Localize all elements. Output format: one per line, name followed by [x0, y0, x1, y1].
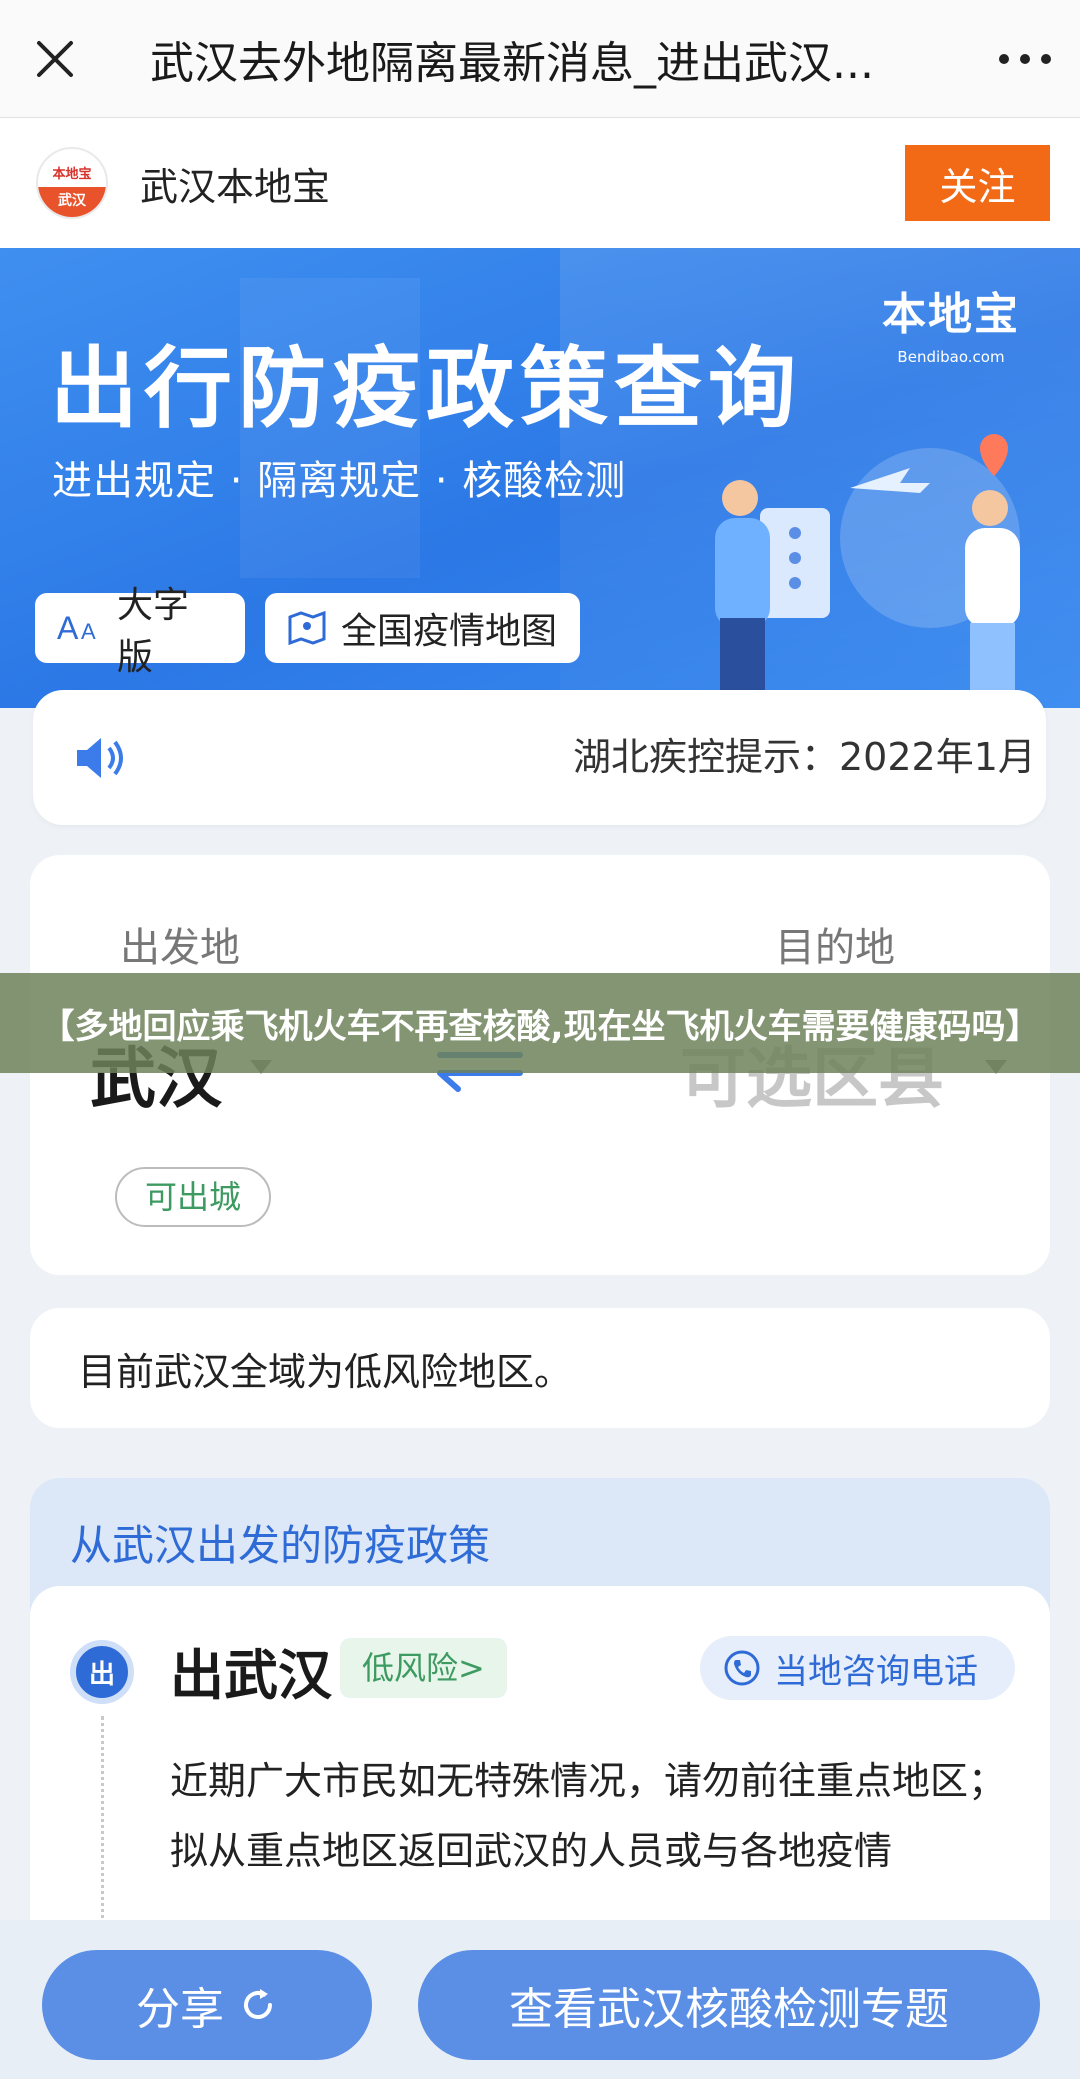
hotline-label: 当地咨询电话	[774, 1651, 978, 1692]
top-nav-bar: 武汉去外地隔离最新消息_进出武汉...	[0, 0, 1080, 118]
phone-icon	[724, 1650, 760, 1686]
share-button[interactable]: 分享	[42, 1950, 372, 2060]
more-icon	[999, 53, 1051, 64]
policy-header: 从武汉出发的防疫政策	[70, 1521, 491, 1570]
departure-label: 出发地	[120, 925, 240, 971]
close-button[interactable]	[0, 0, 110, 118]
map-label: 全国疫情地图	[341, 611, 558, 652]
article-caption: 【多地回应乘飞机火车不再查核酸,现在坐飞机火车需要健康码吗】	[0, 973, 1080, 1073]
notice-bar[interactable]: 湖北疾控提示：2022年1月	[33, 690, 1046, 825]
share-label: 分享	[136, 1984, 224, 2035]
follow-button[interactable]: 关注	[905, 145, 1050, 221]
hotline-button[interactable]: 当地咨询电话	[700, 1636, 1015, 1700]
bottom-action-bar: 分享 查看武汉核酸检测专题	[0, 1920, 1080, 2079]
notice-text: 湖北疾控提示：2022年1月	[573, 735, 1036, 779]
map-icon	[287, 611, 327, 645]
out-title: 出武汉	[170, 1644, 332, 1707]
banner-headline: 出行防疫政策查询	[50, 337, 803, 440]
destination-label: 目的地	[775, 925, 895, 971]
nucleic-test-topic-button[interactable]: 查看武汉核酸检测专题	[418, 1950, 1040, 2060]
risk-level-badge[interactable]: 低风险>	[340, 1638, 507, 1698]
account-logo[interactable]: 本地宝 武汉	[36, 147, 108, 219]
logo-text-bottom: 武汉	[38, 187, 106, 217]
refresh-icon	[238, 1985, 278, 2025]
risk-card: 目前武汉全域为低风险地区。	[30, 1308, 1050, 1428]
svg-text:A: A	[81, 619, 96, 644]
font-size-icon: AA	[57, 611, 103, 645]
brand-name: 本地宝	[882, 289, 1020, 340]
more-button[interactable]	[970, 0, 1080, 118]
hero-banner: 出行防疫政策查询 进出规定 · 隔离规定 · 核酸检测 本地宝 Bendibao…	[0, 248, 1080, 708]
banner-subtitle: 进出规定 · 隔离规定 · 核酸检测	[52, 458, 627, 504]
risk-text: 目前武汉全域为低风险地区。	[78, 1349, 573, 1394]
large-font-button[interactable]: AA 大字版	[35, 585, 245, 678]
account-bar: 本地宝 武汉 武汉本地宝 关注	[0, 118, 1080, 248]
speaker-icon	[73, 728, 133, 788]
brand-url: Bendibao.com	[897, 348, 1005, 366]
account-name[interactable]: 武汉本地宝	[140, 156, 330, 211]
policy-text: 近期广大市民如无特殊情况，请勿前往重点地区；拟从重点地区返回武汉的人员或与各地疫…	[170, 1759, 1007, 1873]
out-marker-icon: 出	[70, 1640, 134, 1704]
close-icon	[37, 40, 73, 77]
svg-text:A: A	[57, 611, 79, 645]
status-badge: 可出城	[115, 1167, 272, 1227]
travel-illustration-icon	[715, 434, 1020, 708]
brand-mark: 本地宝 Bendibao.com	[882, 278, 1020, 366]
page-title: 武汉去外地隔离最新消息_进出武汉...	[150, 37, 874, 89]
logo-text-top: 本地宝	[52, 167, 92, 182]
epidemic-map-button[interactable]: 全国疫情地图	[265, 593, 580, 663]
large-font-label: 大字版	[117, 585, 190, 678]
